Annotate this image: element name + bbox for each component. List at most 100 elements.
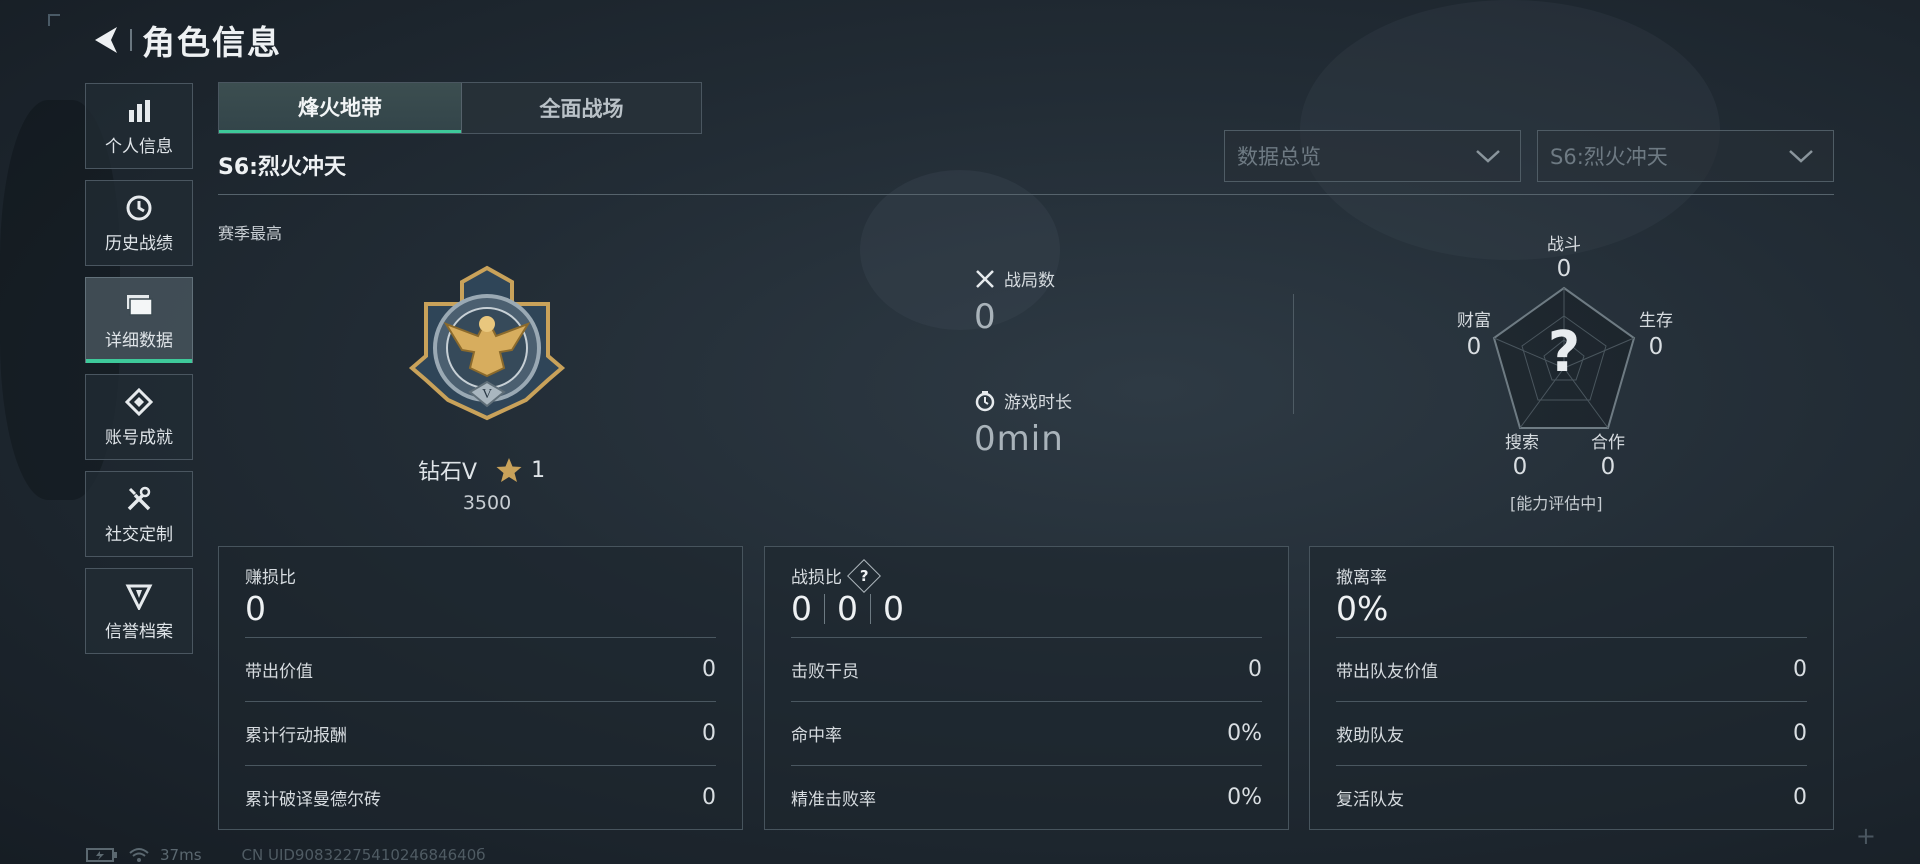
matches-label: 战局数	[1004, 271, 1055, 291]
stat-row-value: 0	[1248, 657, 1262, 682]
sidebar-item-label: 详细数据	[105, 330, 173, 351]
back-arrow-icon	[95, 27, 117, 53]
sidebar-item-social[interactable]: 社交定制	[85, 471, 193, 557]
sidebar-item-history[interactable]: 历史战绩	[85, 180, 193, 266]
help-mark: ?	[859, 566, 869, 585]
stat-row-value: 0	[1793, 657, 1807, 682]
stat-row: 带出价值 0	[245, 637, 716, 701]
panel-title: 赚损比	[245, 568, 296, 588]
season-dropdown[interactable]: S6:烈火冲天	[1537, 130, 1834, 182]
stat-row-value: 0	[702, 785, 716, 810]
combat-panel: 战损比 ? 0 0 0 击败干员 0 命中率 0% 精准击败率 0%	[764, 546, 1289, 830]
help-icon[interactable]: ?	[847, 558, 881, 593]
stat-row-label: 带出价值	[245, 662, 313, 682]
section-divider	[218, 194, 1834, 195]
wifi-icon	[129, 848, 149, 862]
tab-hazard-zone[interactable]: 烽火地带	[219, 83, 461, 133]
dropdown-value: 数据总览	[1237, 145, 1321, 169]
sidebar-item-label: 社交定制	[105, 524, 173, 545]
stat-row-value: 0	[702, 657, 716, 682]
panel-main-value: 0	[245, 589, 266, 628]
chevron-down-icon	[1476, 150, 1500, 163]
header-divider	[130, 29, 132, 51]
rank-stars: 1	[531, 457, 546, 483]
value-separator	[824, 593, 825, 624]
value-separator	[870, 593, 871, 624]
sidebar-item-reputation[interactable]: 信誉档案	[85, 568, 193, 654]
stat-row-value: 0	[1793, 721, 1807, 746]
stat-row-value: 0%	[1227, 785, 1262, 810]
stats-divider	[1293, 294, 1294, 414]
stat-row-label: 复活队友	[1336, 790, 1404, 810]
chevron-down-icon	[1789, 150, 1813, 163]
profit-panel: 赚损比 0 带出价值 0 累计行动报酬 0 累计破译曼德尔砖 0	[218, 546, 743, 830]
star-icon	[496, 458, 522, 482]
sidebar: 个人信息 历史战绩 详细数据 账号成就 社交定制 信誉档案	[85, 83, 193, 665]
kd-value-deaths: 0	[837, 589, 858, 628]
bar-chart-icon	[124, 96, 154, 126]
mode-tabs: 烽火地带 全面战场	[218, 82, 702, 134]
stat-row: 带出队友价值 0	[1336, 637, 1807, 701]
playtime-value: 0min	[974, 419, 1064, 459]
crossed-swords-icon	[974, 268, 996, 290]
stat-row-label: 救助队友	[1336, 726, 1404, 746]
kd-value-kills: 0	[791, 589, 812, 628]
latency-text: 37ms	[160, 846, 202, 864]
matches-value: 0	[974, 297, 997, 337]
stat-row-value: 0%	[1227, 721, 1262, 746]
rank-score: 3500	[462, 492, 512, 514]
data-scope-dropdown[interactable]: 数据总览	[1224, 130, 1521, 182]
achievement-icon	[124, 387, 154, 417]
stat-row: 累计破译曼德尔砖 0	[245, 765, 716, 829]
sidebar-item-label: 信誉档案	[105, 621, 173, 642]
uid-text: CN UID9083227541024684640б	[241, 846, 486, 864]
sidebar-item-label: 个人信息	[105, 136, 173, 157]
ability-combat-label: 战斗	[1547, 235, 1581, 255]
stat-row: 精准击败率 0%	[791, 765, 1262, 829]
panel-title: 撤离率	[1336, 568, 1387, 588]
stopwatch-icon	[974, 390, 996, 412]
matches-stat: 战局数 0	[974, 266, 1055, 337]
sidebar-item-personal-info[interactable]: 个人信息	[85, 83, 193, 169]
battery-icon	[86, 848, 117, 862]
stat-row-value: 0	[702, 721, 716, 746]
kd-values: 0 0 0	[791, 589, 904, 628]
extraction-panel: 撤离率 0% 带出队友价值 0 救助队友 0 复活队友 0	[1309, 546, 1834, 830]
svg-text:V: V	[482, 387, 492, 402]
ability-status-note: [能力评估中]	[1510, 494, 1603, 513]
folder-icon	[124, 290, 154, 320]
panel-main-value: 0%	[1336, 589, 1389, 628]
playtime-stat: 游戏时长 0min	[974, 388, 1072, 459]
ability-coop-value: 0	[1600, 454, 1616, 480]
season-best-label: 赛季最高	[218, 224, 283, 243]
stat-row-label: 命中率	[791, 726, 842, 746]
header: 角色信息	[84, 18, 282, 62]
back-button[interactable]	[84, 18, 128, 62]
clock-history-icon	[124, 193, 154, 223]
corner-decoration	[48, 14, 60, 26]
sidebar-item-detailed-data[interactable]: 详细数据	[85, 277, 193, 363]
stat-row-label: 击败干员	[791, 662, 859, 682]
kd-value-assists: 0	[883, 589, 904, 628]
page-title: 角色信息	[142, 23, 282, 62]
stat-row-label: 累计行动报酬	[245, 726, 347, 746]
ability-survival-value: 0	[1648, 334, 1664, 360]
tab-full-battlefield[interactable]: 全面战场	[461, 83, 701, 133]
stat-row-label: 累计破译曼德尔砖	[245, 790, 381, 810]
ability-search-value: 0	[1512, 454, 1528, 480]
sidebar-item-label: 账号成就	[105, 427, 173, 448]
dropdown-value: S6:烈火冲天	[1550, 145, 1668, 169]
corner-plus-decoration: +	[1855, 822, 1876, 850]
playtime-label: 游戏时长	[1004, 393, 1072, 413]
season-title: S6:烈火冲天	[218, 155, 346, 180]
stat-row: 复活队友 0	[1336, 765, 1807, 829]
panel-title: 战损比	[791, 568, 842, 588]
tools-icon	[124, 484, 154, 514]
ability-unknown-mark: ?	[1547, 320, 1581, 385]
rank-emblem: V	[408, 264, 566, 422]
panel-title-row: 战损比 ?	[791, 558, 881, 593]
ability-combat-value: 0	[1556, 256, 1572, 282]
shield-badge-icon	[124, 581, 154, 611]
rank-name: 钻石V	[418, 460, 478, 485]
sidebar-item-achievements[interactable]: 账号成就	[85, 374, 193, 460]
